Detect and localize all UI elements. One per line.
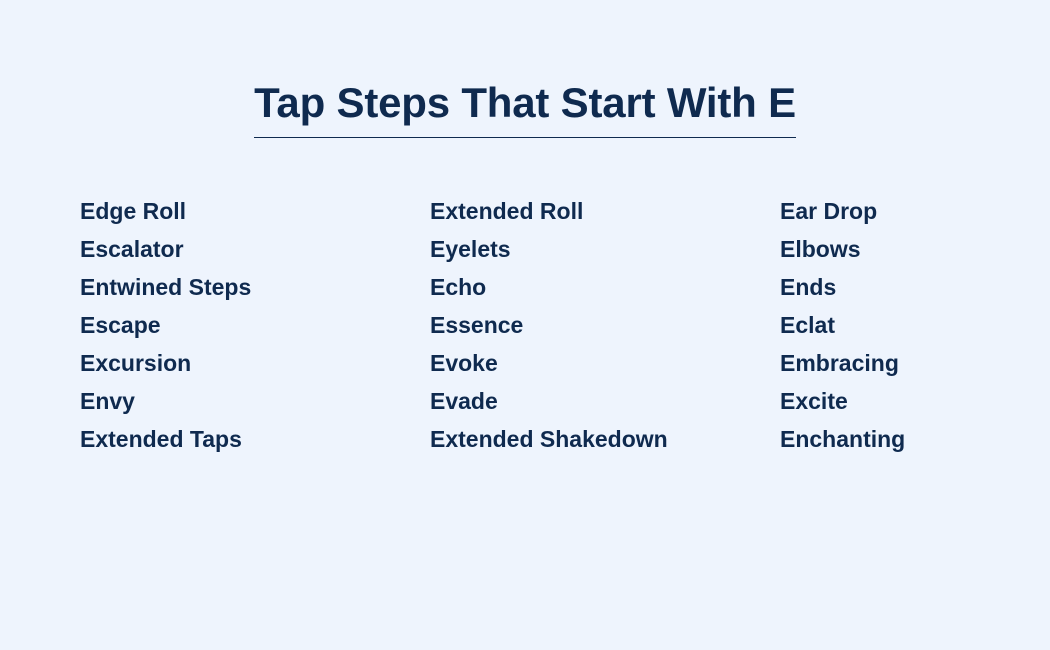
word-list: Edge Roll Escalator Entwined Steps Escap… bbox=[80, 192, 1000, 458]
list-item: Echo bbox=[430, 274, 487, 300]
word-column-3: Ear Drop Elbows Ends Eclat Embracing Exc… bbox=[780, 192, 1000, 458]
page-root: Tap Steps That Start With E Edge Roll Es… bbox=[0, 0, 1050, 650]
list-item: Envy bbox=[80, 388, 135, 414]
list-item: Extended Taps bbox=[80, 426, 242, 452]
list-item: Extended Roll bbox=[430, 198, 584, 224]
list-item: Eclat bbox=[780, 312, 835, 338]
list-item: Extended Shakedown bbox=[430, 426, 668, 452]
list-item: Evade bbox=[430, 388, 498, 414]
list-item: Enchanting bbox=[780, 426, 906, 452]
list-item: Entwined Steps bbox=[80, 274, 252, 300]
list-item: Excursion bbox=[80, 350, 192, 376]
word-column-1: Edge Roll Escalator Entwined Steps Escap… bbox=[80, 192, 430, 458]
title-block: Tap Steps That Start With E bbox=[0, 80, 1050, 139]
page-title: Tap Steps That Start With E bbox=[254, 80, 796, 139]
list-item: Edge Roll bbox=[80, 198, 187, 224]
list-item: Ear Drop bbox=[780, 198, 878, 224]
list-item: Escalator bbox=[80, 236, 184, 262]
list-item: Embracing bbox=[780, 350, 899, 376]
list-item: Ends bbox=[780, 274, 837, 300]
list-item: Escape bbox=[80, 312, 161, 338]
list-item: Essence bbox=[430, 312, 524, 338]
list-item: Excite bbox=[780, 388, 848, 414]
list-item: Eyelets bbox=[430, 236, 511, 262]
list-item: Elbows bbox=[780, 236, 861, 262]
word-column-2: Extended Roll Eyelets Echo Essence Evoke… bbox=[430, 192, 780, 458]
list-item: Evoke bbox=[430, 350, 498, 376]
